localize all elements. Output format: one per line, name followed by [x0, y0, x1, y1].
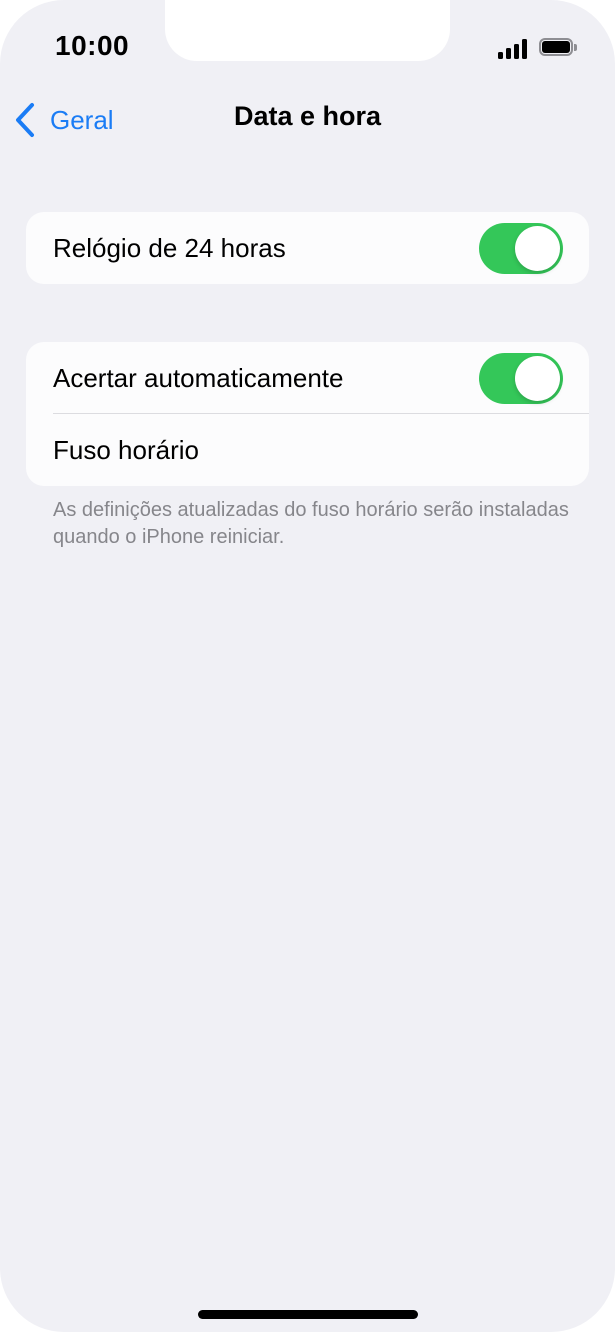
row-label: Fuso horário: [53, 434, 199, 465]
row-set-automatically: Acertar automaticamente: [26, 342, 589, 414]
row-24-hour-clock: Relógio de 24 horas: [26, 212, 589, 284]
settings-group-time: Acertar automaticamente Fuso horário: [26, 342, 589, 486]
cellular-signal-icon: [498, 39, 530, 59]
notch: [165, 0, 450, 61]
toggle-knob: [515, 226, 560, 271]
row-time-zone[interactable]: Fuso horário: [26, 414, 589, 486]
phone-screen: 10:00 Geral Data e hora Relógio de 24 ho…: [0, 0, 615, 1332]
toggle-24-hour-clock[interactable]: [479, 223, 563, 274]
battery-icon: [539, 38, 577, 58]
time-zone-footnote: As definições atualizadas do fuso horári…: [53, 499, 569, 548]
row-label: Relógio de 24 horas: [53, 232, 286, 263]
row-label: Acertar automaticamente: [53, 362, 344, 393]
status-time: 10:00: [55, 30, 130, 61]
toggle-knob: [515, 356, 560, 401]
home-indicator[interactable]: [198, 1310, 418, 1319]
toggle-set-automatically[interactable]: [479, 353, 563, 404]
settings-group-clock: Relógio de 24 horas: [26, 212, 589, 284]
page-title: Data e hora: [233, 101, 382, 131]
